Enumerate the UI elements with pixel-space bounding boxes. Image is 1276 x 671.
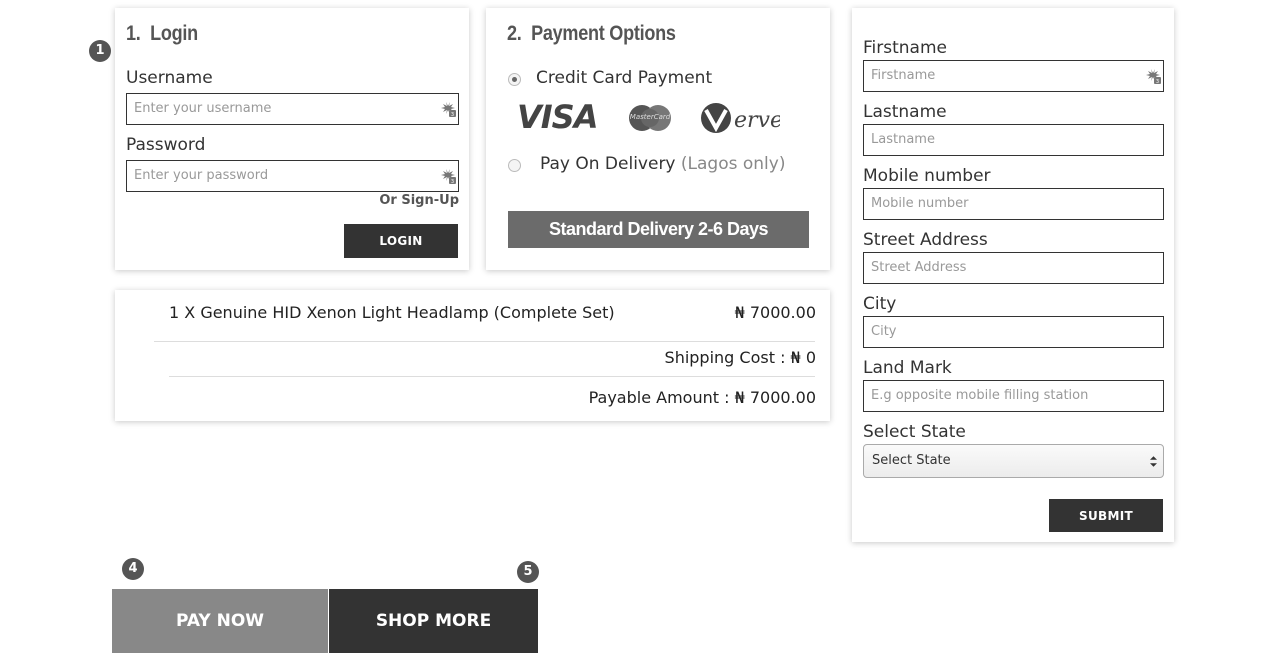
shipping-cost: Shipping Cost : ₦ 0 (664, 348, 816, 367)
password-manager-icon[interactable]: 3 (1145, 67, 1161, 85)
street-field[interactable] (863, 252, 1164, 284)
svg-text:erve: erve (734, 108, 780, 133)
landmark-input[interactable] (871, 381, 1156, 410)
state-select-value: Select State (872, 453, 951, 468)
delivery-banner: Standard Delivery 2-6 Days (508, 211, 809, 248)
credit-card-radio[interactable] (508, 73, 521, 86)
state-label: Select State (863, 422, 966, 442)
verve-logo: erve (701, 103, 780, 133)
password-input[interactable] (134, 161, 451, 190)
password-label: Password (126, 135, 206, 155)
order-item-price: ₦ 7000.00 (734, 303, 816, 322)
username-label: Username (126, 68, 213, 88)
city-input[interactable] (871, 317, 1156, 346)
shop-more-button[interactable]: SHOP MORE (329, 589, 538, 653)
address-card: Firstname 3 Lastname Mobile number Stree… (852, 8, 1174, 542)
svg-text:3: 3 (451, 112, 454, 118)
firstname-label: Firstname (863, 38, 947, 58)
username-input[interactable] (134, 94, 451, 123)
chevron-updown-icon (1150, 456, 1157, 467)
step-badge-4: 4 (122, 558, 144, 580)
credit-card-label[interactable]: Credit Card Payment (536, 68, 712, 88)
state-select[interactable]: Select State (863, 444, 1164, 478)
mobile-label: Mobile number (863, 166, 991, 186)
city-label: City (863, 294, 897, 314)
order-summary-card: 1 X Genuine HID Xenon Light Headlamp (Co… (115, 290, 830, 421)
payable-amount: Payable Amount : ₦ 7000.00 (588, 388, 816, 407)
firstname-input[interactable] (871, 61, 1156, 90)
payment-card: 2. Payment Options Credit Card Payment V… (486, 8, 830, 270)
street-input[interactable] (871, 253, 1156, 282)
pay-on-delivery-note: (Lagos only) (680, 154, 786, 174)
pay-on-delivery-option[interactable]: Pay On Delivery (Lagos only) (540, 154, 785, 174)
divider (169, 376, 815, 377)
signup-link[interactable]: Or Sign-Up (379, 193, 459, 208)
mobile-input[interactable] (871, 189, 1156, 218)
divider (154, 341, 815, 342)
landmark-field[interactable] (863, 380, 1164, 412)
street-label: Street Address (863, 230, 988, 250)
mastercard-label: MasterCard (629, 113, 671, 121)
login-card: 1. Login Username 3 Password 3 Or Sign-U… (115, 8, 469, 270)
submit-button[interactable]: SUBMIT (1049, 499, 1163, 532)
mobile-field[interactable] (863, 188, 1164, 220)
order-item-name: 1 X Genuine HID Xenon Light Headlamp (Co… (169, 303, 615, 322)
visa-logo: VISA (517, 98, 598, 136)
pay-on-delivery-label: Pay On Delivery (540, 154, 676, 174)
firstname-field[interactable]: 3 (863, 60, 1164, 92)
step-badge-5: 5 (517, 561, 539, 583)
lastname-field[interactable] (863, 124, 1164, 156)
svg-text:3: 3 (451, 179, 454, 185)
password-manager-icon[interactable]: 3 (440, 100, 456, 118)
lastname-label: Lastname (863, 102, 947, 122)
pay-now-button[interactable]: PAY NOW (112, 589, 328, 653)
lastname-input[interactable] (871, 125, 1156, 154)
payment-title: 2. Payment Options (507, 22, 676, 45)
username-field[interactable]: 3 (126, 93, 459, 125)
step-badge-1: 1 (89, 40, 111, 62)
login-button[interactable]: LOGIN (344, 224, 458, 258)
landmark-label: Land Mark (863, 358, 952, 378)
city-field[interactable] (863, 316, 1164, 348)
login-title: 1. Login (126, 22, 198, 45)
pay-on-delivery-radio[interactable] (508, 159, 521, 172)
svg-text:3: 3 (1156, 79, 1159, 85)
password-manager-icon[interactable]: 3 (440, 167, 456, 185)
password-field[interactable]: 3 (126, 160, 459, 192)
